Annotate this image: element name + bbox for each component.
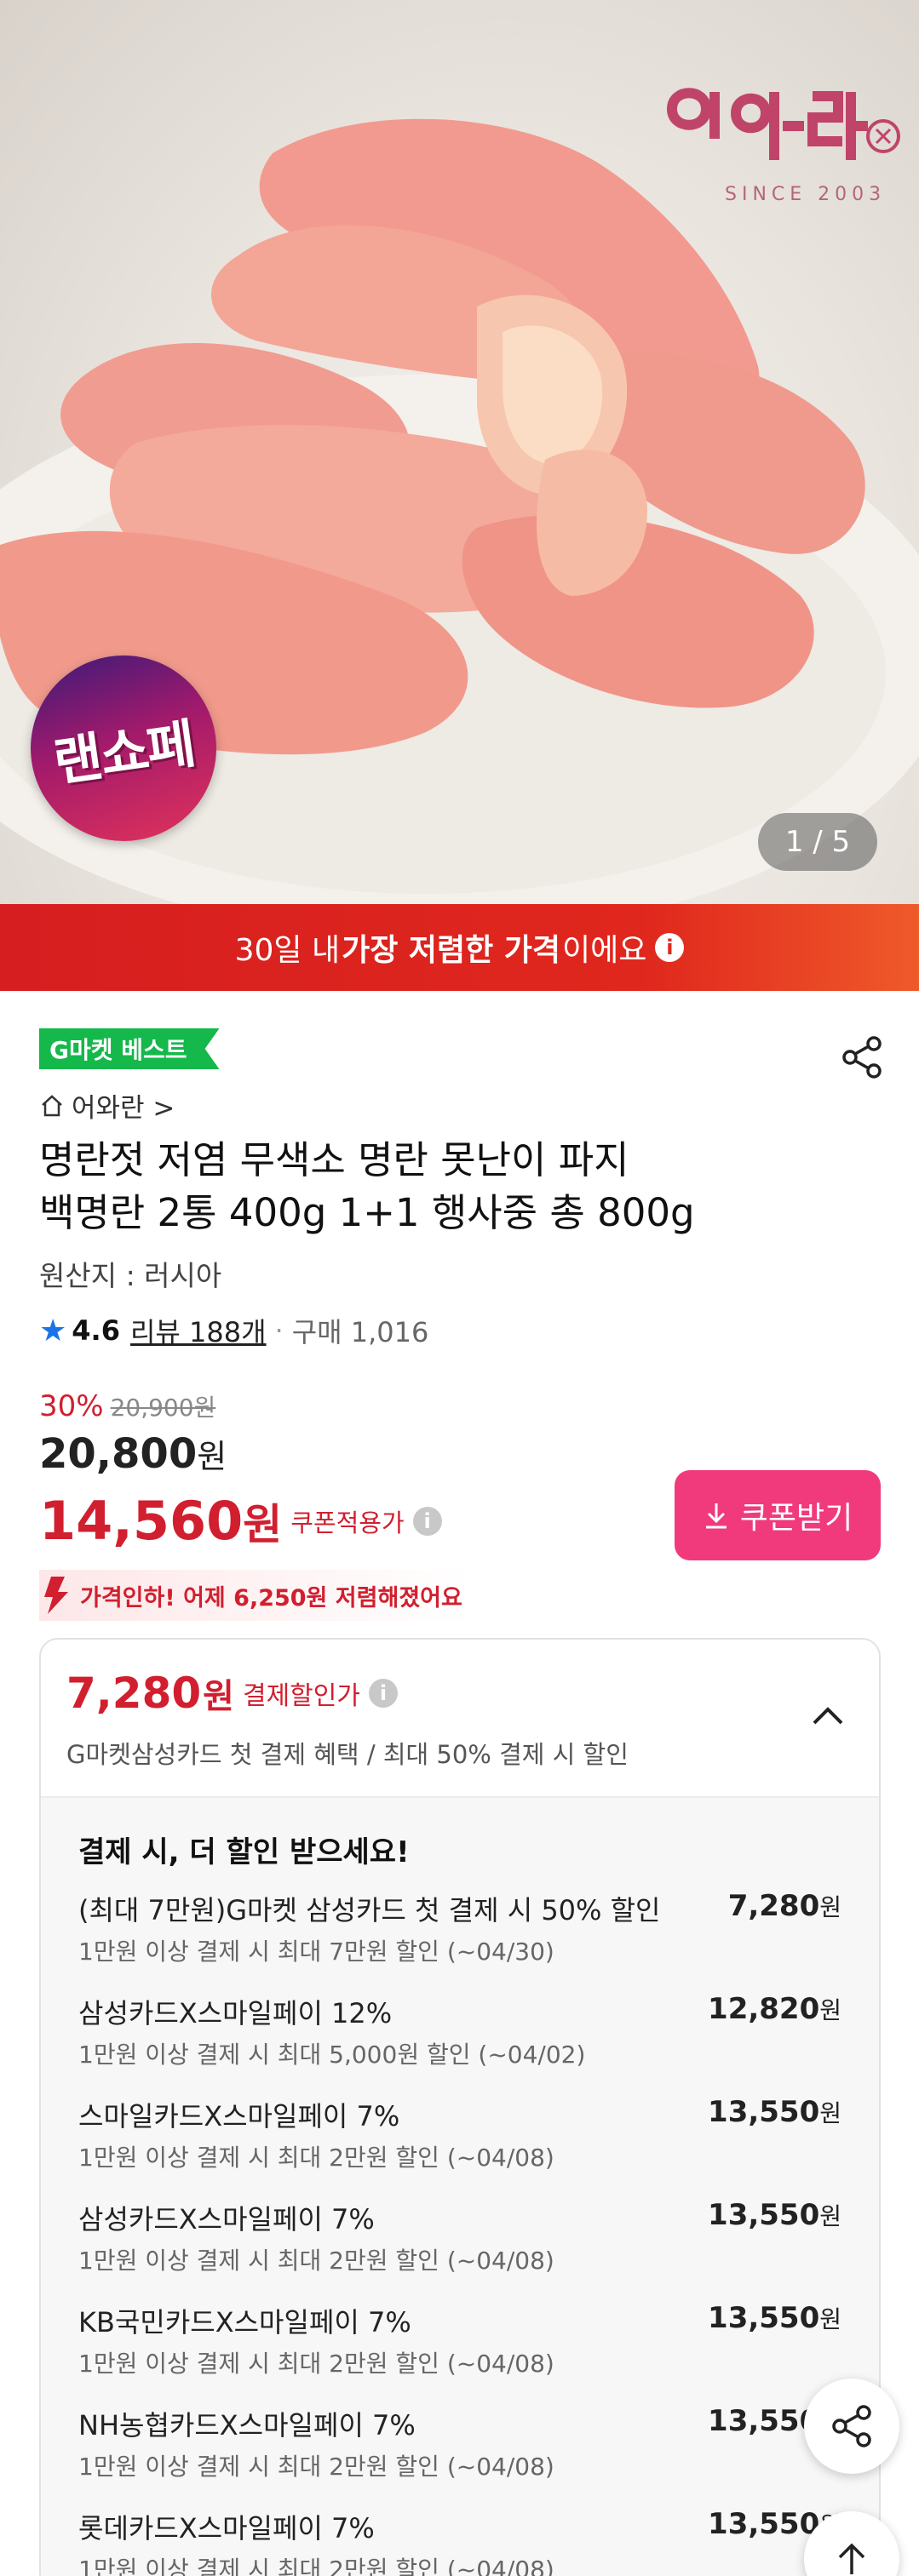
product-image[interactable]: SINCE 2003 랜쇼페 1 / 5 (0, 0, 919, 904)
payment-discount-panel: 7,280 원 결제할인가 i G마켓삼성카드 첫 결제 혜택 / 최대 50%… (39, 1638, 881, 2576)
share-icon (832, 2405, 871, 2447)
product-title-line1: 명란젓 저염 무색소 명란 못난이 파지 (39, 1137, 629, 1182)
lowest-price-banner[interactable]: 30일 내 가장 저렴한 가격 이에요 i (0, 904, 919, 991)
price-drop-notice: 가격인하! 어제 6,250원 저렴해졌어요 (39, 1570, 473, 1621)
offer-price-number: 13,550 (708, 2198, 820, 2232)
star-icon: ★ (39, 1313, 67, 1348)
sale-price: 20,800원 (39, 1430, 227, 1478)
best-badge: G마켓 베스트 (39, 1028, 220, 1069)
coupon-price-unit: 원 (243, 1499, 283, 1549)
payment-price-number: 7,280 (66, 1669, 202, 1718)
separator-dot: · (274, 1314, 284, 1347)
origin: 원산지 : 러시아 (39, 1259, 222, 1292)
sale-price-number: 20,800 (39, 1430, 198, 1478)
offer-price-unit: 원 (819, 1893, 841, 1921)
image-counter: 1 / 5 (758, 813, 877, 871)
store-name: 어와란 > (72, 1093, 175, 1124)
offer-item: KB국민카드X스마일페이 7% 1만원 이상 결제 시 최대 2만원 할인 (~… (78, 2301, 841, 2404)
price-drop-text: 가격인하! 어제 6,250원 저렴해졌어요 (80, 1584, 462, 1611)
offer-price-unit: 원 (819, 1996, 841, 2024)
coupon-button-label: 쿠폰받기 (739, 1501, 853, 1536)
product-title-line2: 백명란 2통 400g 1+1 행사중 총 800g (39, 1190, 695, 1235)
offer-price: 13,550원 (708, 2198, 841, 2232)
download-icon (705, 1503, 727, 1529)
banner-highlight: 가장 저렴한 가격 (342, 933, 561, 968)
brand-logo-mark (666, 88, 900, 160)
offer-price-number: 13,550 (708, 2095, 820, 2129)
original-price: 20,900원 (110, 1394, 216, 1422)
banner-prefix: 30일 내 (234, 933, 341, 968)
info-icon[interactable]: i (655, 933, 685, 962)
review-link[interactable]: 리뷰 188개 (130, 1311, 267, 1350)
offer-price-number: 13,550 (708, 2301, 820, 2335)
rating-score: 4.6 (72, 1314, 120, 1347)
offer-condition: 1만원 이상 결제 시 최대 2만원 할인 (~04/08) (78, 2144, 554, 2172)
offer-price-unit: 원 (819, 2202, 841, 2230)
offer-condition: 1만원 이상 결제 시 최대 2만원 할인 (~04/08) (78, 2556, 554, 2576)
offer-price: 13,550원 (708, 2095, 841, 2129)
info-icon[interactable]: i (368, 1679, 398, 1708)
floating-share-button[interactable] (804, 2379, 899, 2474)
arrow-down-icon (44, 1577, 68, 1614)
offers-heading: 결제 시, 더 할인 받으세요! (78, 1835, 410, 1869)
offer-item: 삼성카드X스마일페이 12% 1만원 이상 결제 시 최대 5,000원 할인 … (78, 1992, 841, 2095)
offer-condition: 1만원 이상 결제 시 최대 2만원 할인 (~04/08) (78, 2350, 554, 2378)
arrow-up-icon (838, 2543, 865, 2574)
offer-condition: 1만원 이상 결제 시 최대 7만원 할인 (~04/30) (78, 1938, 554, 1966)
banner-suffix: 이에요 (562, 933, 647, 968)
purchase-count: 구매 1,016 (291, 1316, 429, 1348)
coupon-price-number: 14,560 (39, 1490, 244, 1552)
rating-row: ★ 4.6 리뷰 188개 · 구매 1,016 (39, 1311, 428, 1350)
offer-price: 13,550원 (708, 2301, 841, 2335)
offer-item: 롯데카드X스마일페이 7% 1만원 이상 결제 시 최대 2만원 할인 (~04… (78, 2507, 841, 2576)
offer-condition: 1만원 이상 결제 시 최대 5,000원 할인 (~04/02) (78, 2041, 586, 2069)
offer-item: 삼성카드X스마일페이 7% 1만원 이상 결제 시 최대 2만원 할인 (~04… (78, 2198, 841, 2301)
chevron-up-icon[interactable] (807, 1696, 848, 1737)
discount-row: 30% 20,900원 (39, 1389, 215, 1423)
offer-item: (최대 7만원)G마켓 삼성카드 첫 결제 시 50% 할인 1만원 이상 결제… (78, 1889, 841, 1992)
promo-badge[interactable]: 랜쇼페 (31, 655, 216, 841)
share-icon[interactable] (840, 1035, 884, 1079)
offer-price-unit: 원 (819, 2099, 841, 2127)
brand-since: SINCE 2003 (725, 184, 887, 205)
home-icon (42, 1094, 62, 1116)
payment-discount-header[interactable]: 7,280 원 결제할인가 i G마켓삼성카드 첫 결제 혜택 / 최대 50%… (41, 1640, 879, 1798)
payment-price-row: 7,280 원 결제할인가 i (66, 1669, 398, 1718)
product-title: 명란젓 저염 무색소 명란 못난이 파지 백명란 2통 400g 1+1 행사중… (39, 1134, 874, 1239)
store-link[interactable]: 어와란 > (39, 1086, 175, 1125)
offer-item: NH농협카드X스마일페이 7% 1만원 이상 결제 시 최대 2만원 할인 (~… (78, 2404, 841, 2507)
brand-logo: SINCE 2003 (655, 75, 902, 220)
offer-name: (최대 7만원)G마켓 삼성카드 첫 결제 시 50% 할인 (78, 1894, 661, 1926)
coupon-price-label: 쿠폰적용가 (290, 1508, 405, 1537)
offer-price-unit: 원 (819, 2305, 841, 2333)
coupon-button[interactable]: 쿠폰받기 (675, 1470, 881, 1560)
payment-price-label: 결제할인가 (242, 1681, 360, 1711)
offer-condition: 1만원 이상 결제 시 최대 2만원 할인 (~04/08) (78, 2453, 554, 2481)
offer-price-number: 7,280 (727, 1889, 820, 1923)
coupon-price-row: 14,560 원 쿠폰적용가 i (39, 1490, 442, 1552)
offer-price: 7,280원 (728, 1889, 841, 1923)
offer-price-number: 12,820 (708, 1992, 820, 2026)
offer-condition: 1만원 이상 결제 시 최대 2만원 할인 (~04/08) (78, 2247, 554, 2275)
offer-price-number: 13,550 (708, 2507, 820, 2541)
payment-description: G마켓삼성카드 첫 결제 혜택 / 최대 50% 결제 시 할인 (66, 1740, 629, 1769)
info-icon[interactable]: i (412, 1506, 442, 1536)
payment-offers: 결제 시, 더 할인 받으세요! (최대 7만원)G마켓 삼성카드 첫 결제 시… (41, 1798, 879, 2576)
offer-price: 12,820원 (708, 1992, 841, 2026)
offer-item: 스마일카드X스마일페이 7% 1만원 이상 결제 시 최대 2만원 할인 (~0… (78, 2095, 841, 2198)
discount-rate: 30% (39, 1389, 104, 1423)
offer-price-number: 13,550 (708, 2404, 820, 2438)
payment-price-unit: 원 (203, 1677, 234, 1716)
sale-price-unit: 원 (197, 1438, 227, 1475)
promo-badge-label: 랜쇼페 (49, 712, 198, 794)
